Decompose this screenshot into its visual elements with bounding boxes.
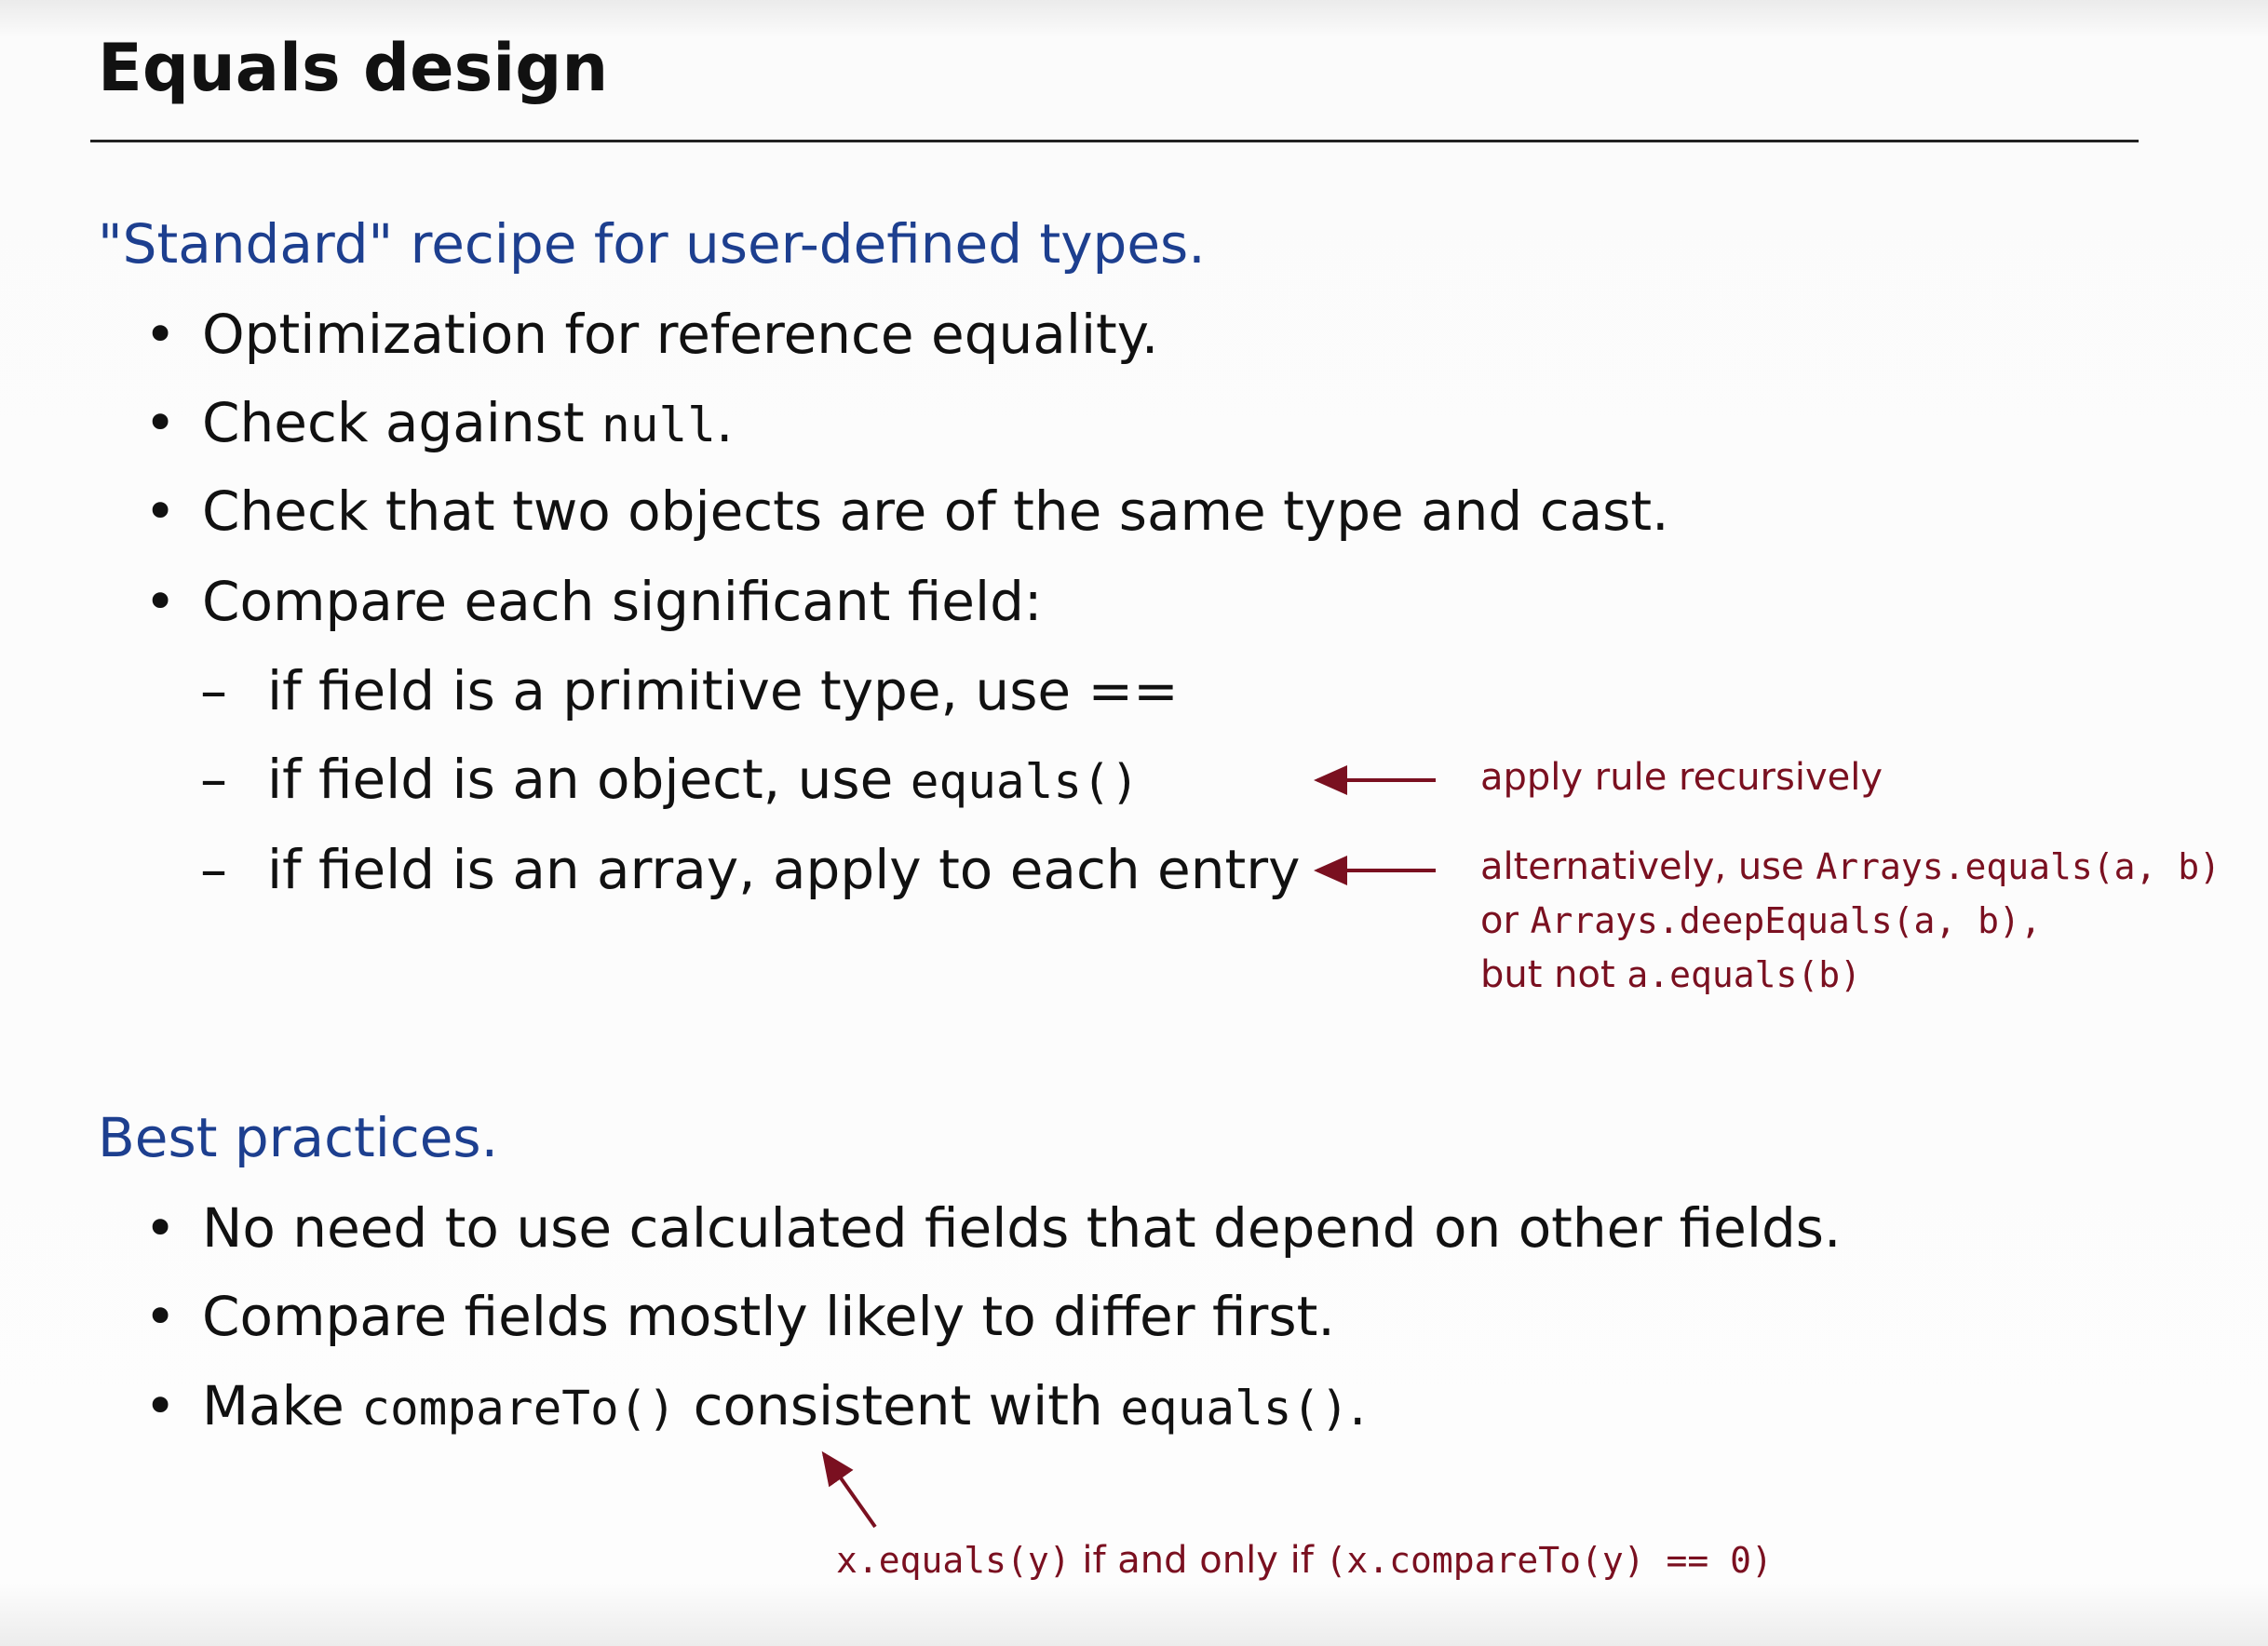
arrow-up-left-icon <box>821 1450 877 1529</box>
annotation-arrows <box>821 765 1436 1529</box>
slide: Equals design "Standard" recipe for user… <box>0 0 2268 1646</box>
